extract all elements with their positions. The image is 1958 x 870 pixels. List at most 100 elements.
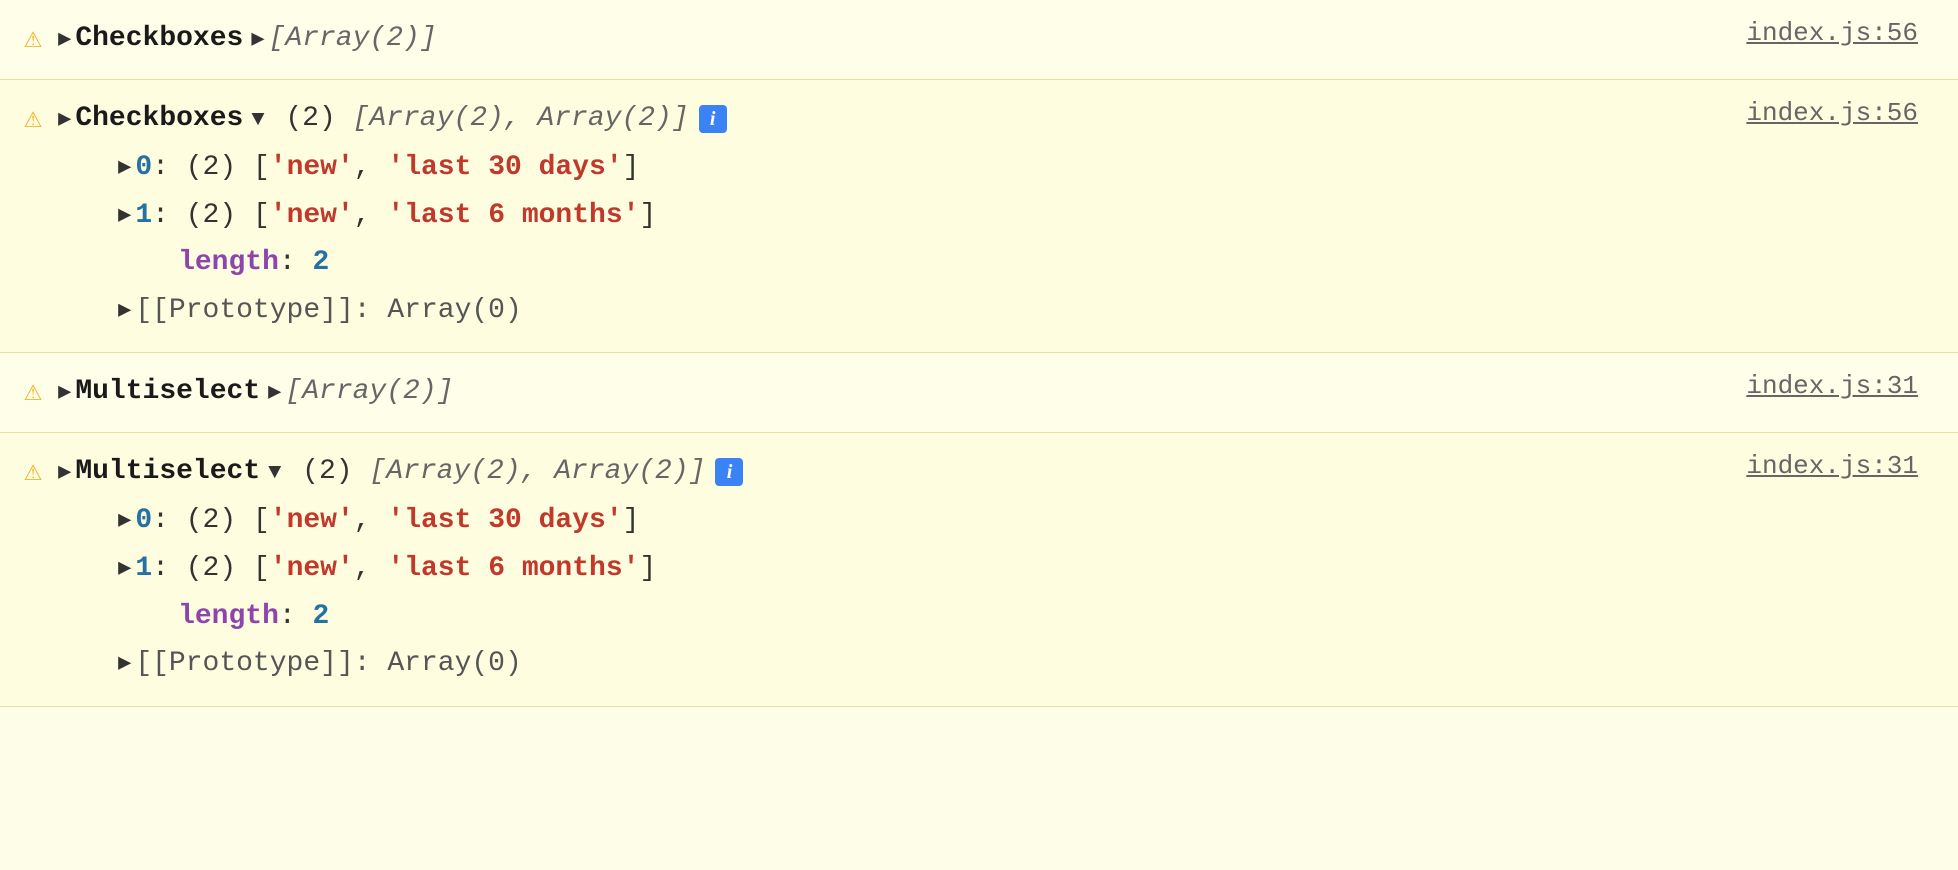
down-arrow-2[interactable]: ▼ <box>251 103 264 136</box>
row2-item-0: ▶ 0 : (2) [ 'new' , 'last 30 days' ] <box>118 144 1706 192</box>
row2-length: length : 2 <box>178 239 1706 287</box>
item1-arrow[interactable]: ▶ <box>118 197 131 234</box>
row2-item-1: ▶ 1 : (2) [ 'new' , 'last 6 months' ] <box>118 192 1706 240</box>
length-colon-4: : <box>279 593 313 641</box>
row3-line: ▶ Multiselect ▶ [Array(2)] <box>58 371 1706 413</box>
console-row-4: ⚠ ▶ Multiselect ▼ (2) [Array(2), Array(2… <box>0 433 1958 706</box>
length-key-2: length <box>178 239 279 287</box>
item0-arrow[interactable]: ▶ <box>118 149 131 186</box>
row4-nested: ▶ 0 : (2) [ 'new' , 'last 30 days' ] ▶ 1 <box>118 497 1706 687</box>
row2-log: ▶ Checkboxes ▼ (2) [Array(2), Array(2)] … <box>58 98 1706 334</box>
item0-comma-4: , <box>354 497 388 545</box>
row4-main-line: ▶ Multiselect ▼ (2) [Array(2), Array(2)]… <box>58 451 1706 493</box>
item0-bracket-open-4: [ <box>253 497 270 545</box>
info-badge-2[interactable]: i <box>699 105 727 133</box>
component-name-2: Checkboxes <box>75 98 243 140</box>
item0-comma: , <box>354 144 388 192</box>
item0-count-4: (2) <box>186 497 253 545</box>
summary-4: [Array(2), Array(2)] <box>369 451 705 493</box>
component-name-1: Checkboxes <box>75 18 243 60</box>
row1-content: ⚠ ▶ Checkboxes ▶ [Array(2)] <box>24 18 1706 60</box>
item1-val2-4: 'last 6 months' <box>387 545 639 593</box>
proto-text-2: [[Prototype]]: Array(0) <box>135 287 521 335</box>
component-name-4: Multiselect <box>75 451 260 493</box>
console-row-3: ⚠ ▶ Multiselect ▶ [Array(2)] index.js:31 <box>0 353 1958 433</box>
item0-bracket-open: [ <box>253 144 270 192</box>
expand-arrow-4[interactable]: ▶ <box>58 456 71 489</box>
count-2: (2) <box>269 98 353 140</box>
console-row-2: ⚠ ▶ Checkboxes ▼ (2) [Array(2), Array(2)… <box>0 80 1958 353</box>
item0-bracket-close: ] <box>623 144 640 192</box>
expand-arrow-3[interactable]: ▶ <box>58 376 71 409</box>
row4-item-1: ▶ 1 : (2) [ 'new' , 'last 6 months' ] <box>118 545 1706 593</box>
row4-log: ▶ Multiselect ▼ (2) [Array(2), Array(2)]… <box>58 451 1706 687</box>
item0-val2: 'last 30 days' <box>387 144 622 192</box>
length-val-4: 2 <box>313 593 330 641</box>
item1-arrow-4[interactable]: ▶ <box>118 550 131 587</box>
expand-arrow-2[interactable]: ▶ <box>58 103 71 136</box>
item0-index-4: 0 <box>135 497 152 545</box>
warning-icon-1: ⚠ <box>24 20 42 57</box>
down-arrow-4[interactable]: ▼ <box>268 456 281 489</box>
info-badge-4[interactable]: i <box>715 458 743 486</box>
component-name-3: Multiselect <box>75 371 260 413</box>
item1-count-4: (2) <box>186 545 253 593</box>
row2-nested: ▶ 0 : (2) [ 'new' , 'last 30 days' ] ▶ 1 <box>118 144 1706 334</box>
item1-bracket-close: ] <box>639 192 656 240</box>
item1-bracket-open-4: [ <box>253 545 270 593</box>
item1-comma-4: , <box>354 545 388 593</box>
item0-colon-4: : <box>152 497 186 545</box>
warning-icon-3: ⚠ <box>24 373 42 410</box>
array-label-1: [Array(2)] <box>269 18 437 60</box>
item1-colon-4: : <box>152 545 186 593</box>
file-link-4[interactable]: index.js:31 <box>1746 451 1918 481</box>
count-4: (2) <box>285 451 369 493</box>
item1-val2: 'last 6 months' <box>387 192 639 240</box>
row4-prototype: ▶ [[Prototype]]: Array(0) <box>118 640 1706 688</box>
item0-colon: : <box>152 144 186 192</box>
row2-content: ⚠ ▶ Checkboxes ▼ (2) [Array(2), Array(2)… <box>24 98 1706 334</box>
row2-main-line: ▶ Checkboxes ▼ (2) [Array(2), Array(2)] … <box>58 98 1706 140</box>
warning-icon-2: ⚠ <box>24 100 42 137</box>
summary-2: [Array(2), Array(2)] <box>353 98 689 140</box>
item0-val1-4: 'new' <box>270 497 354 545</box>
file-link-3[interactable]: index.js:31 <box>1746 371 1918 401</box>
row4-length: length : 2 <box>178 593 1706 641</box>
row1-line: ▶ Checkboxes ▶ [Array(2)] <box>58 18 1706 60</box>
console-row-1: ⚠ ▶ Checkboxes ▶ [Array(2)] index.js:56 <box>0 0 1958 80</box>
expand-arrow-1[interactable]: ▶ <box>58 23 71 56</box>
file-link-1[interactable]: index.js:56 <box>1746 18 1918 48</box>
length-colon-2: : <box>279 239 313 287</box>
array-arrow-3[interactable]: ▶ <box>268 376 281 409</box>
proto-arrow-2[interactable]: ▶ <box>118 292 131 329</box>
item0-val2-4: 'last 30 days' <box>387 497 622 545</box>
row2-prototype: ▶ [[Prototype]]: Array(0) <box>118 287 1706 335</box>
console-panel: ⚠ ▶ Checkboxes ▶ [Array(2)] index.js:56 … <box>0 0 1958 707</box>
array-arrow-1[interactable]: ▶ <box>251 23 264 56</box>
array-label-3: [Array(2)] <box>285 371 453 413</box>
length-val-2: 2 <box>313 239 330 287</box>
item0-count: (2) <box>186 144 253 192</box>
item1-index-4: 1 <box>135 545 152 593</box>
row4-content: ⚠ ▶ Multiselect ▼ (2) [Array(2), Array(2… <box>24 451 1706 687</box>
item1-bracket-open: [ <box>253 192 270 240</box>
warning-icon-4: ⚠ <box>24 453 42 490</box>
proto-text-4: [[Prototype]]: Array(0) <box>135 640 521 688</box>
row3-log: ▶ Multiselect ▶ [Array(2)] <box>58 371 1706 413</box>
item1-comma: , <box>354 192 388 240</box>
length-key-4: length <box>178 593 279 641</box>
item1-colon: : <box>152 192 186 240</box>
item1-count: (2) <box>186 192 253 240</box>
item1-index: 1 <box>135 192 152 240</box>
item1-bracket-close-4: ] <box>639 545 656 593</box>
proto-arrow-4[interactable]: ▶ <box>118 645 131 682</box>
item1-val1-4: 'new' <box>270 545 354 593</box>
item0-val1: 'new' <box>270 144 354 192</box>
item0-arrow-4[interactable]: ▶ <box>118 502 131 539</box>
item0-index: 0 <box>135 144 152 192</box>
row1-log: ▶ Checkboxes ▶ [Array(2)] <box>58 18 1706 60</box>
file-link-2[interactable]: index.js:56 <box>1746 98 1918 128</box>
row4-item-0: ▶ 0 : (2) [ 'new' , 'last 30 days' ] <box>118 497 1706 545</box>
item0-bracket-close-4: ] <box>623 497 640 545</box>
item1-val1: 'new' <box>270 192 354 240</box>
